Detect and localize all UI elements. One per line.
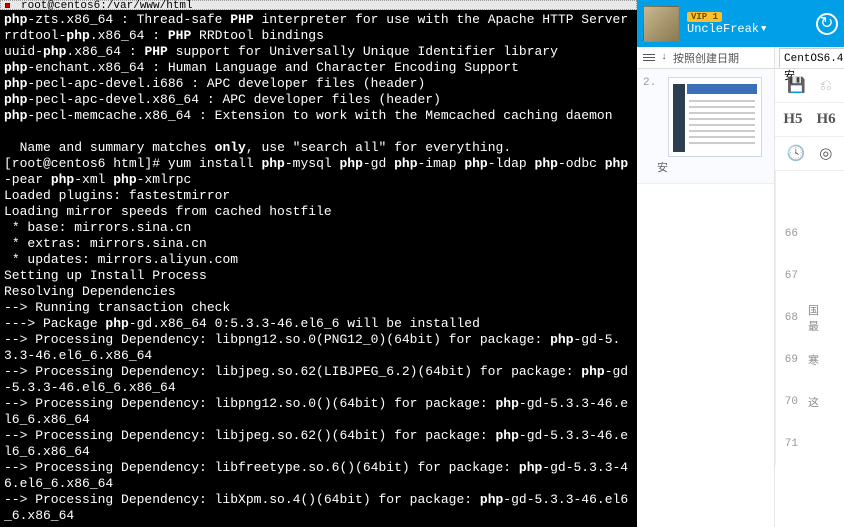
terminal-output[interactable]: php-zts.x86_64 : Thread-safe PHP interpr… bbox=[0, 10, 637, 527]
terminal-line: php-pecl-memcache.x86_64 : Extension to … bbox=[4, 108, 633, 124]
toolbar-btn-muted[interactable]: ⎌ bbox=[820, 77, 832, 95]
line-number: 66 bbox=[776, 228, 802, 240]
thumb-number: 2. bbox=[643, 77, 656, 89]
ruler-row: 69寒 bbox=[776, 339, 844, 381]
terminal-line: --> Running transaction check bbox=[4, 300, 633, 316]
username-dropdown[interactable]: UncleFreak ▼ bbox=[687, 22, 808, 36]
ruler-row: 71 bbox=[776, 423, 844, 465]
ruler-mark bbox=[802, 438, 844, 450]
sync-icon[interactable] bbox=[816, 13, 838, 35]
terminal-line: uuid-php.x86_64 : PHP support for Univer… bbox=[4, 44, 633, 60]
list-view-icon[interactable] bbox=[643, 52, 655, 63]
terminal-line bbox=[4, 124, 633, 140]
tab-strip: CentOS6.4安 bbox=[775, 47, 844, 69]
terminal-titlebar[interactable]: root@centos6:/var/www/html bbox=[0, 0, 637, 10]
terminal-line: php-pecl-apc-devel.i686 : APC developer … bbox=[4, 76, 633, 92]
sort-label: 按照创建日期 bbox=[673, 50, 739, 66]
line-number: 67 bbox=[776, 270, 802, 282]
ruler-mark bbox=[802, 228, 844, 240]
chevron-down-icon: ▼ bbox=[761, 24, 766, 34]
heading-6-button[interactable]: H6 bbox=[817, 111, 836, 128]
line-ruler: 666768国最69寒70这71 bbox=[775, 171, 844, 465]
terminal-line: Loading mirror speeds from cached hostfi… bbox=[4, 204, 633, 220]
toolbar-row-2: H5 H6 bbox=[775, 103, 844, 137]
terminal-line: [root@centos6 html]# yum install php-mys… bbox=[4, 156, 633, 188]
heading-5-button[interactable]: H5 bbox=[783, 111, 802, 128]
terminal-line: Resolving Dependencies bbox=[4, 284, 633, 300]
user-bar: VIP 1 UncleFreak ▼ bbox=[637, 0, 844, 47]
toolbar-row-3: 🕓 ◎ bbox=[775, 137, 844, 171]
line-number: 71 bbox=[776, 438, 802, 450]
terminal-line: ---> Package php-gd.x86_64 0:5.3.3-46.el… bbox=[4, 316, 633, 332]
terminal-line: Name and summary matches only, use "sear… bbox=[4, 140, 633, 156]
sort-direction-icon[interactable]: ↓ bbox=[661, 52, 667, 63]
line-number: 68 bbox=[776, 312, 802, 324]
terminal-line: php-enchant.x86_64 : Human Language and … bbox=[4, 60, 633, 76]
ruler-row bbox=[776, 171, 844, 213]
terminal-line: --> Processing Dependency: libfreetype.s… bbox=[4, 460, 633, 492]
terminal-line: Loaded plugins: fastestmirror bbox=[4, 188, 633, 204]
line-number: 70 bbox=[776, 396, 802, 408]
terminal-line: --> Processing Dependency: libjpeg.so.62… bbox=[4, 364, 633, 396]
ruler-row: 67 bbox=[776, 255, 844, 297]
terminal-line: --> Processing Dependency: libXpm.so.4()… bbox=[4, 492, 633, 524]
save-icon[interactable]: 💾 bbox=[787, 76, 806, 95]
terminal-line: * extras: mirrors.sina.cn bbox=[4, 236, 633, 252]
vip-badge: VIP 1 bbox=[687, 12, 722, 22]
ruler-mark bbox=[802, 186, 844, 198]
ruler-mark: 国最 bbox=[802, 302, 844, 334]
terminal-line: --> Processing Dependency: libpng12.so.0… bbox=[4, 332, 633, 364]
ruler-mark: 寒 bbox=[802, 352, 844, 368]
terminal-line: --> Processing Dependency: libpng12.so.0… bbox=[4, 396, 633, 428]
ruler-row: 70这 bbox=[776, 381, 844, 423]
ruler-mark: 这 bbox=[802, 394, 844, 410]
line-number: 69 bbox=[776, 354, 802, 366]
avatar[interactable] bbox=[643, 6, 679, 42]
terminal-line: php-zts.x86_64 : Thread-safe PHP interpr… bbox=[4, 12, 633, 28]
terminal-line: php-pecl-apc-devel.x86_64 : APC develope… bbox=[4, 92, 633, 108]
terminal-line: rrdtool-php.x86_64 : PHP RRDtool binding… bbox=[4, 28, 633, 44]
history-icon[interactable]: 🕓 bbox=[787, 144, 806, 163]
terminal-line: * base: mirrors.sina.cn bbox=[4, 220, 633, 236]
terminal-line: Setting up Install Process bbox=[4, 268, 633, 284]
note-thumbnail[interactable] bbox=[668, 77, 762, 157]
ruler-mark bbox=[802, 270, 844, 282]
close-icon[interactable] bbox=[5, 3, 10, 8]
ruler-row: 66 bbox=[776, 213, 844, 255]
terminal-line: * updates: mirrors.aliyun.com bbox=[4, 252, 633, 268]
target-icon[interactable]: ◎ bbox=[819, 144, 832, 163]
terminal-line: --> Processing Dependency: libjpeg.so.62… bbox=[4, 428, 633, 460]
tab-centos[interactable]: CentOS6.4安 bbox=[779, 48, 844, 68]
right-rail: CentOS6.4安 💾 ⎌ H5 H6 🕓 ◎ 666768国最69寒70这7… bbox=[774, 47, 844, 527]
ruler-row: 68国最 bbox=[776, 297, 844, 339]
